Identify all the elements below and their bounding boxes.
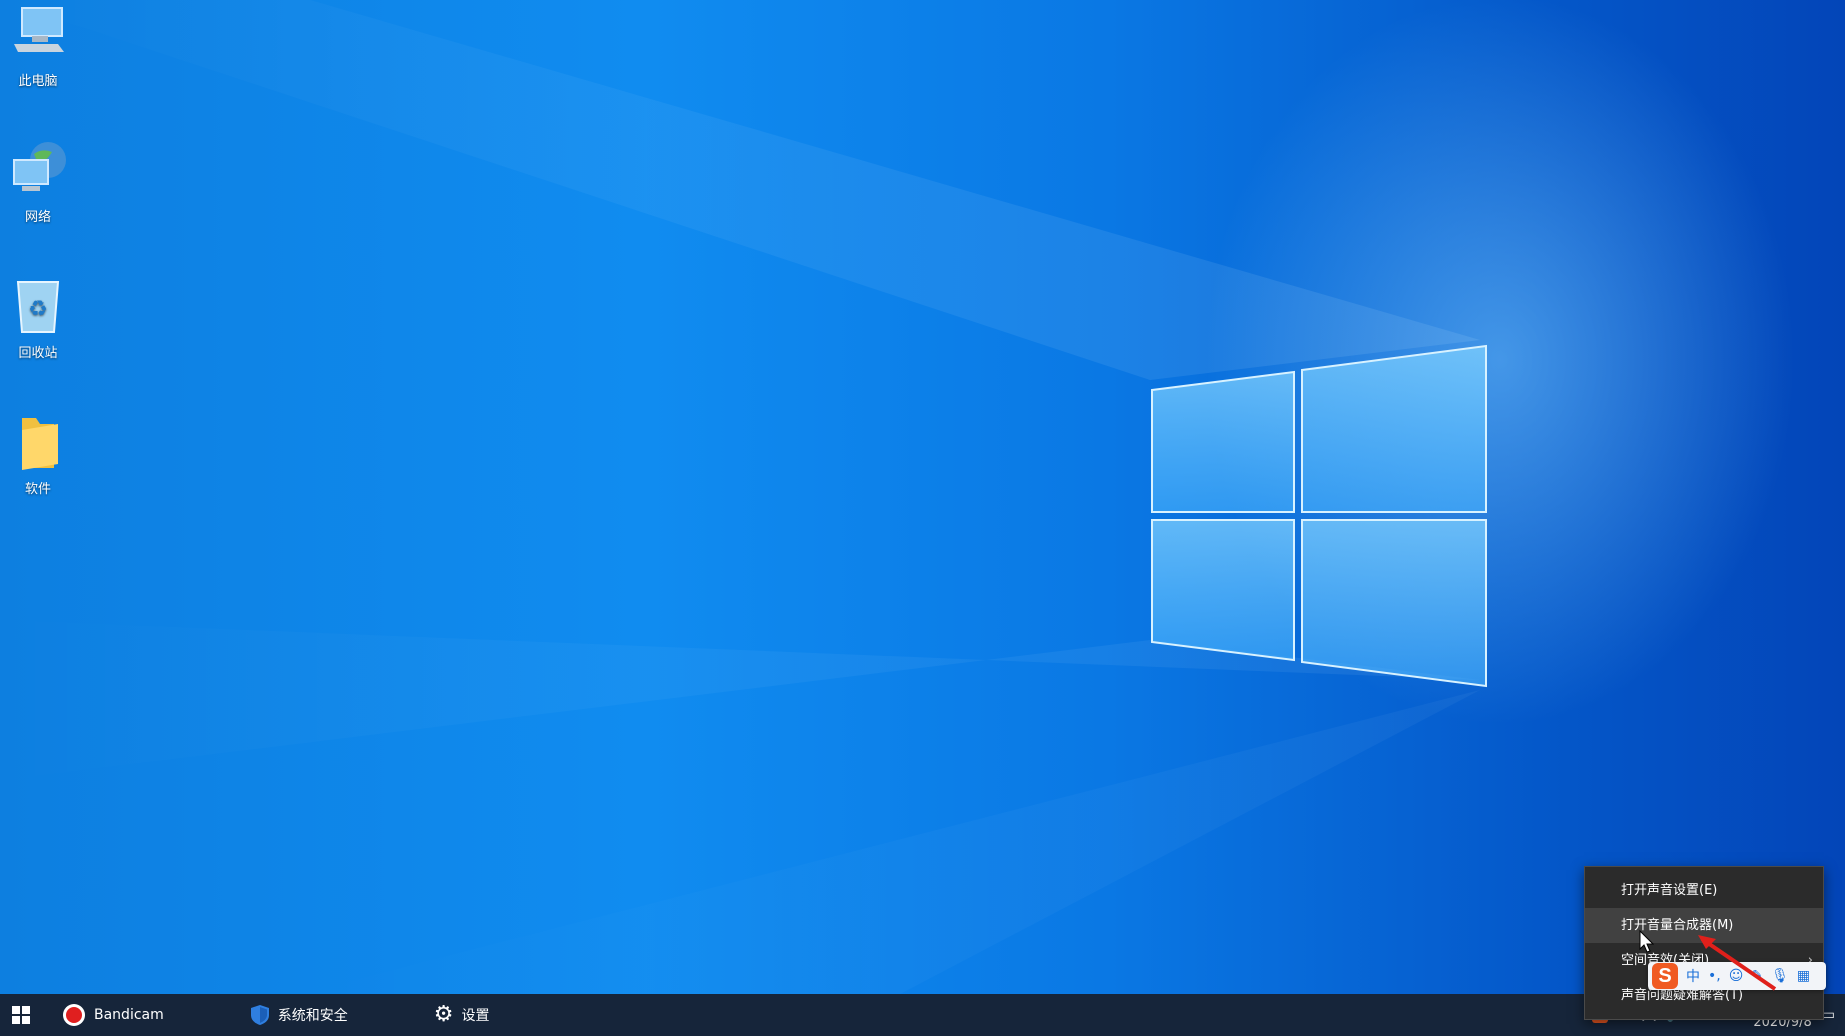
svg-text:♻: ♻: [28, 297, 48, 322]
gear-icon: ⚙: [433, 1002, 454, 1027]
mouse-cursor-icon: [1639, 929, 1655, 953]
taskbar-app-label: 设置: [461, 1008, 490, 1024]
folder-icon: [22, 418, 58, 470]
windows-start-icon: [12, 1006, 30, 1024]
desktop-icon-label: 此电脑: [18, 74, 58, 89]
desktop-icon-network[interactable]: 网络: [0, 140, 76, 225]
desktop-icon-this-pc[interactable]: 此电脑: [0, 4, 76, 89]
wallpaper-light-beams: [0, 0, 1487, 994]
desktop-icon-recycle-bin[interactable]: ♻ 回收站: [0, 276, 76, 361]
taskbar-app-bandicam[interactable]: Bandicam: [54, 994, 172, 1036]
desktop-icon-software-folder[interactable]: 软件: [0, 412, 76, 497]
menu-item-open-sound-settings[interactable]: 打开声音设置(E): [1585, 873, 1823, 908]
taskbar-app-label: Bandicam: [94, 1007, 164, 1023]
taskbar-app-label: 系统和安全: [277, 1008, 348, 1024]
annotation-overlay: [1639, 929, 1777, 991]
red-annotation-arrow-icon: [1700, 937, 1777, 991]
toolbox-grid-icon[interactable]: ▦: [1797, 968, 1810, 984]
network-icon: [13, 142, 66, 191]
menu-item-label: 打开声音设置(E): [1621, 883, 1718, 898]
this-pc-icon: [14, 7, 64, 52]
security-shield-icon: [250, 1005, 269, 1025]
bandicam-record-icon: [63, 1004, 85, 1026]
taskbar-app-system-security[interactable]: 系统和安全: [242, 994, 356, 1036]
windows-logo-glow: [1151, 344, 1487, 688]
taskbar: Bandicam 系统和安全 ⚙ 设置 ︿ 🔈 2020/9/8 ▭: [0, 994, 1845, 1036]
start-button[interactable]: [0, 994, 42, 1036]
recycle-bin-icon: ♻: [16, 281, 60, 333]
desktop-wallpaper: 此电脑 网络 ♻ 回收站 软件: [0, 0, 1845, 994]
desktop-icon-label: 回收站: [18, 346, 58, 361]
desktop-icon-label: 网络: [24, 210, 51, 225]
desktop-icon-label: 软件: [24, 482, 51, 497]
taskbar-app-settings[interactable]: ⚙ 设置: [426, 994, 498, 1036]
